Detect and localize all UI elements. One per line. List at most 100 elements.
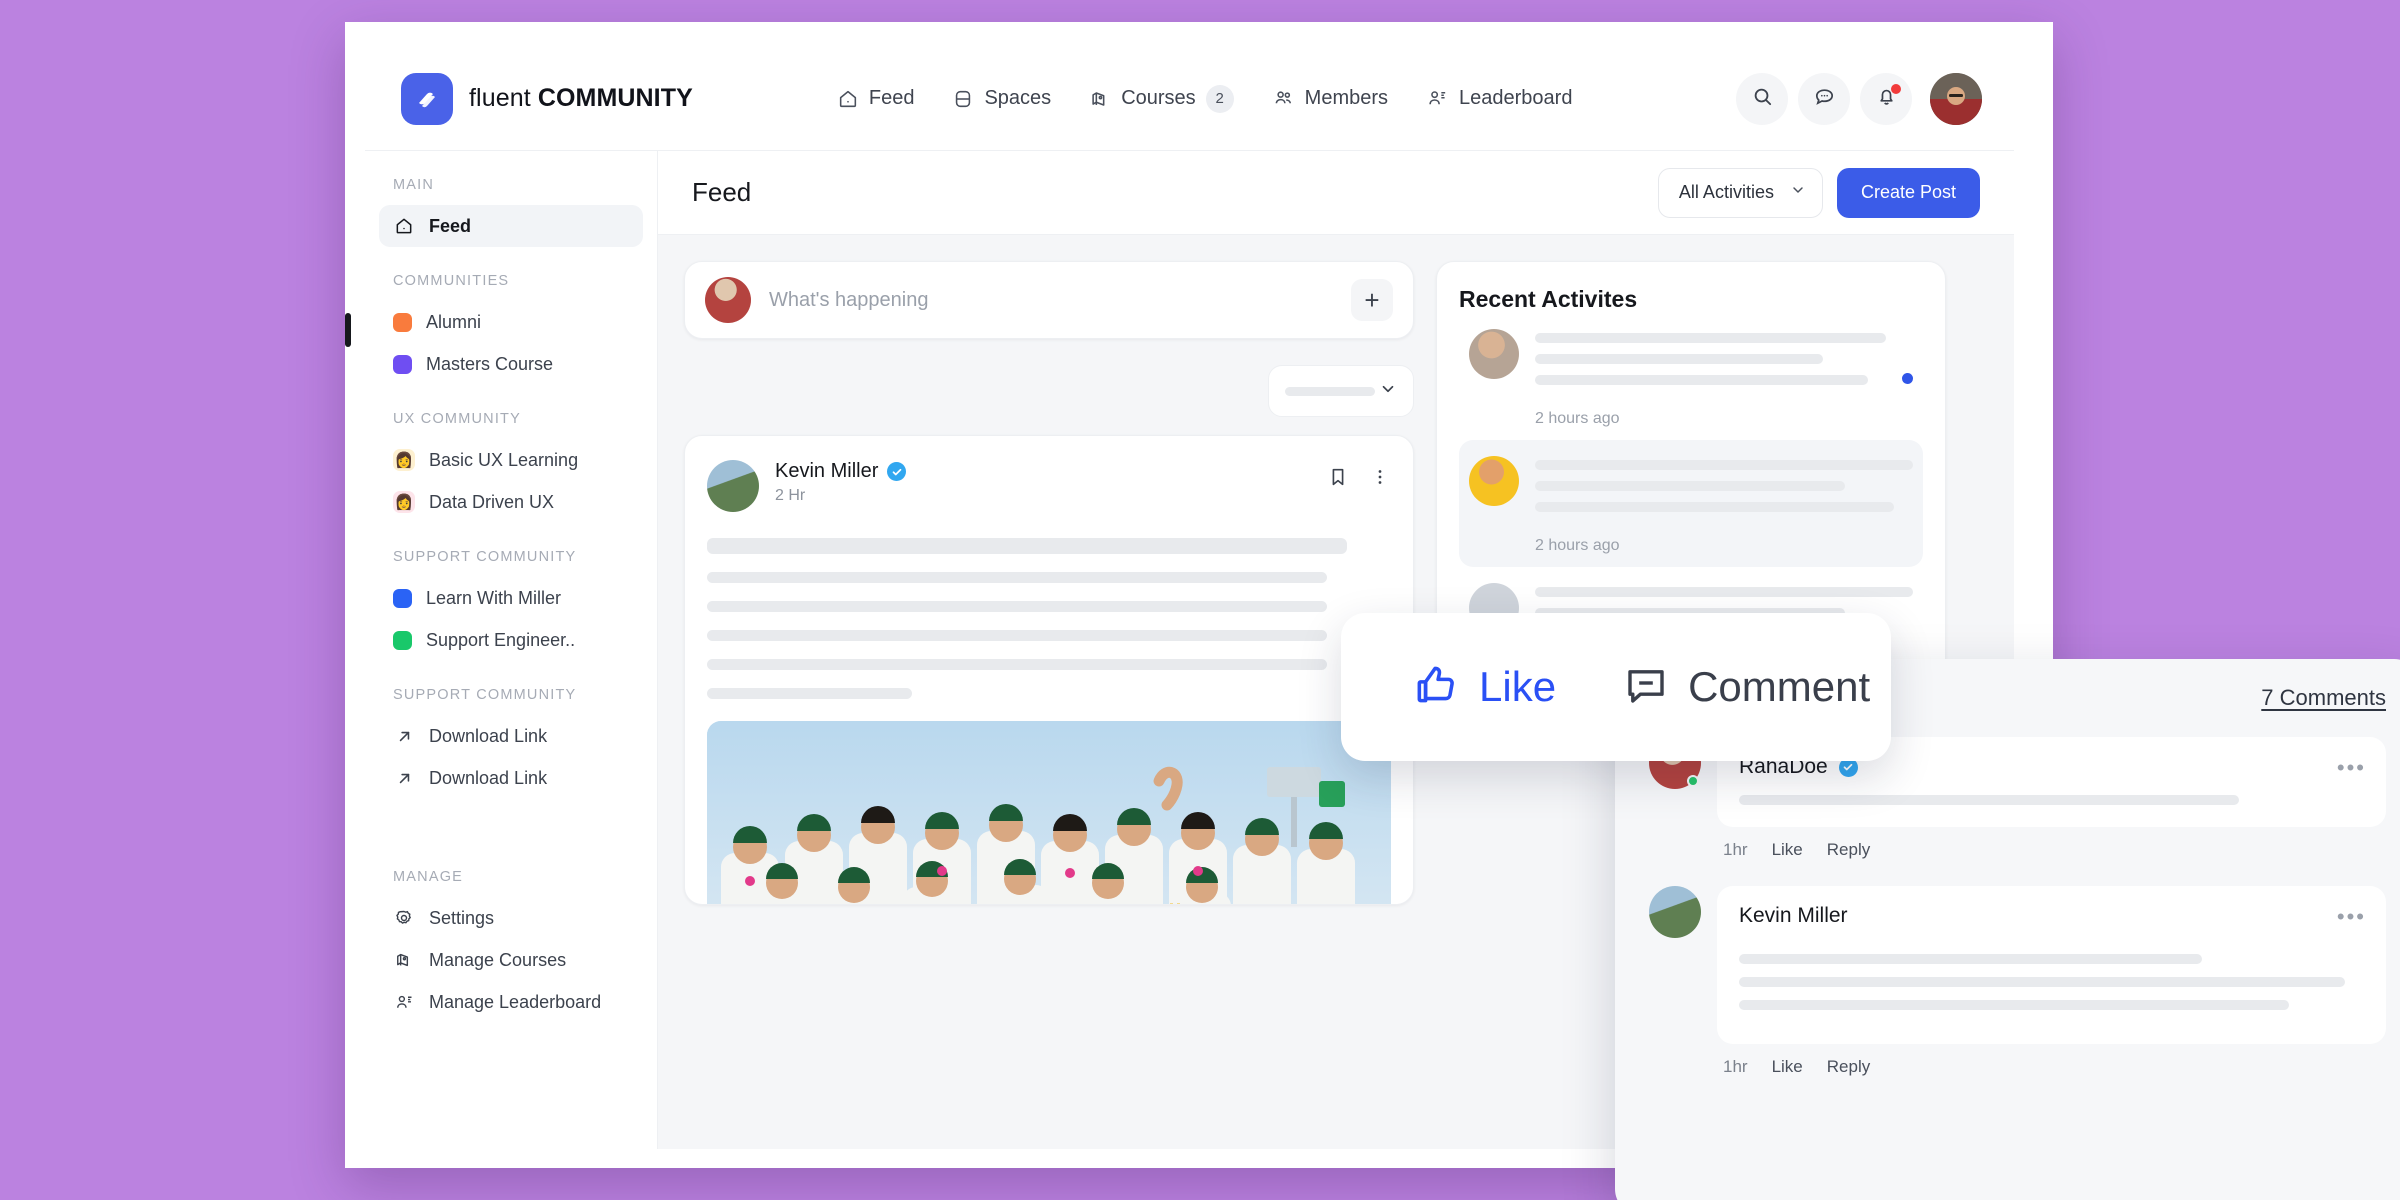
skeleton-line: [1535, 354, 1823, 364]
composer-input[interactable]: What's happening: [769, 289, 1333, 312]
thumbs-up-icon: [1411, 660, 1461, 715]
comment-like-button[interactable]: Like: [1772, 840, 1803, 860]
post-body-skeleton: [707, 538, 1391, 699]
nav-label: Feed: [868, 87, 915, 109]
comment-reply-button[interactable]: Reply: [1827, 840, 1870, 860]
skeleton-line: [1535, 587, 1913, 597]
skeleton-line: [1535, 375, 1869, 385]
sidebar-group-support-community-2: SUPPORT COMMUNITY Download Link Download…: [365, 687, 657, 799]
sidebar-item-learn-with-miller[interactable]: Learn With Miller: [379, 577, 643, 619]
comment-time: 1hr: [1723, 840, 1748, 859]
nav-item-spaces[interactable]: Spaces: [952, 87, 1051, 110]
topbar-actions: [1736, 47, 1982, 151]
sidebar-item-basic-ux-learning[interactable]: 👩 Basic UX Learning: [379, 439, 643, 481]
sidebar-item-settings[interactable]: Settings: [379, 897, 643, 939]
sidebar-item-feed[interactable]: Feed: [379, 205, 643, 247]
leaderboard-icon: [393, 992, 415, 1013]
search-button[interactable]: [1736, 73, 1788, 125]
sidebar-group-main: MAIN Feed: [365, 177, 657, 247]
sidebar-group-title: UX COMMUNITY: [393, 411, 521, 427]
members-icon: [1272, 87, 1295, 110]
skeleton-line: [1535, 460, 1913, 470]
avatar: [1469, 329, 1519, 379]
nav-item-members[interactable]: Members: [1272, 87, 1388, 110]
like-button[interactable]: Like: [1411, 660, 1556, 715]
post-card: Kevin Miller 2 Hr: [684, 435, 1414, 905]
sidebar-group-title: MANAGE: [393, 869, 464, 885]
placeholder-bar: [1285, 386, 1375, 396]
comment-item: Kevin Miller ••• 1hr Like Reply: [1649, 886, 2386, 1077]
sort-select[interactable]: [1268, 365, 1414, 417]
activity-item[interactable]: 2 hours ago: [1459, 440, 1923, 567]
search-icon: [1751, 85, 1774, 113]
activities-filter-select[interactable]: All Activities: [1657, 167, 1823, 218]
sidebar-item-download-link-2[interactable]: Download Link: [379, 757, 643, 799]
skeleton-line: [1535, 481, 1845, 491]
avatar[interactable]: [707, 460, 759, 512]
comment-label: Comment: [1688, 663, 1871, 710]
sidebar-item-manage-leaderboard[interactable]: Manage Leaderboard: [379, 981, 643, 1023]
brand[interactable]: fluent COMMUNITY: [401, 72, 693, 125]
sidebar-item-support-engineer[interactable]: Support Engineer..: [379, 619, 643, 661]
color-swatch: [393, 312, 412, 332]
gear-icon: [393, 908, 415, 928]
chevron-down-icon: [1790, 182, 1806, 203]
avatar[interactable]: [1930, 73, 1982, 125]
sidebar-item-label: Support Engineer..: [426, 629, 576, 650]
comment-author-name[interactable]: Kevin Miller: [1739, 904, 1848, 928]
sidebar-item-alumni[interactable]: Alumni: [379, 301, 643, 343]
create-post-button[interactable]: Create Post: [1836, 167, 1980, 218]
comment-button[interactable]: Comment: [1622, 661, 1870, 714]
comment-bubble: Kevin Miller •••: [1717, 886, 2386, 1044]
notification-dot: [1891, 84, 1901, 94]
add-attachment-button[interactable]: +: [1351, 279, 1393, 321]
courses-icon: [393, 950, 415, 970]
more-horizontal-icon[interactable]: •••: [2337, 755, 2366, 781]
activity-item[interactable]: 2 hours ago: [1459, 313, 1923, 440]
sidebar-group-title: MAIN: [393, 177, 435, 193]
nav-item-courses[interactable]: Courses 2: [1089, 84, 1234, 113]
avatar: [1469, 456, 1519, 506]
comment-like-button[interactable]: Like: [1772, 1057, 1803, 1077]
content-header-actions: All Activities Create Post: [1657, 167, 1980, 218]
skeleton-line: [1739, 795, 2239, 805]
page-sheet: fluent COMMUNITY Feed Spaces Courses 2 M…: [345, 22, 2400, 1200]
comment-reply-button[interactable]: Reply: [1827, 1057, 1870, 1077]
post-author-name[interactable]: Kevin Miller: [775, 460, 878, 483]
person-avatar-icon: 👩: [393, 491, 415, 513]
sidebar-item-manage-courses[interactable]: Manage Courses: [379, 939, 643, 981]
avatar[interactable]: [1649, 886, 1701, 938]
sidebar-item-label: Feed: [429, 215, 472, 236]
more-vertical-icon[interactable]: [1369, 466, 1391, 493]
post-author-block: Kevin Miller 2 Hr: [775, 460, 907, 505]
sidebar-item-download-link-1[interactable]: Download Link: [379, 715, 643, 757]
brand-name: fluent COMMUNITY: [469, 84, 693, 113]
filter-label: All Activities: [1678, 182, 1774, 202]
active-indicator-rail: [345, 313, 351, 347]
main-navigation: Feed Spaces Courses 2 Members Leaderboar…: [837, 84, 1572, 113]
content-header: Feed All Activities Create Post: [658, 151, 2014, 235]
post-composer[interactable]: What's happening +: [684, 261, 1414, 339]
post-image[interactable]: WINNERS: [707, 721, 1391, 904]
chevron-down-icon: [1379, 380, 1397, 403]
messages-button[interactable]: [1798, 73, 1850, 125]
spaces-icon: [952, 88, 974, 110]
nav-label: Spaces: [984, 87, 1052, 109]
bookmark-icon[interactable]: [1327, 466, 1349, 493]
reaction-popover: Like Comment: [1341, 613, 1891, 761]
nav-item-leaderboard[interactable]: Leaderboard: [1426, 87, 1572, 110]
sidebar-item-label: Masters Course: [426, 353, 554, 374]
avatar: [705, 277, 751, 323]
sidebar-item-data-driven-ux[interactable]: 👩 Data Driven UX: [379, 481, 643, 523]
nav-item-feed[interactable]: Feed: [837, 87, 915, 110]
feed-column: What's happening + Kevin Miller 2 Hr: [684, 261, 1414, 905]
sidebar-group-title: SUPPORT COMMUNITY: [393, 549, 577, 565]
sidebar-item-masters-course[interactable]: Masters Course: [379, 343, 643, 385]
notifications-button[interactable]: [1860, 73, 1912, 125]
page-title: Feed: [692, 177, 752, 207]
brand-name-light: fluent: [469, 84, 538, 112]
activity-time: 2 hours ago: [1535, 410, 1620, 427]
nav-label: Leaderboard: [1459, 87, 1573, 109]
comment-box-icon: [1622, 661, 1670, 714]
more-horizontal-icon[interactable]: •••: [2337, 904, 2366, 930]
